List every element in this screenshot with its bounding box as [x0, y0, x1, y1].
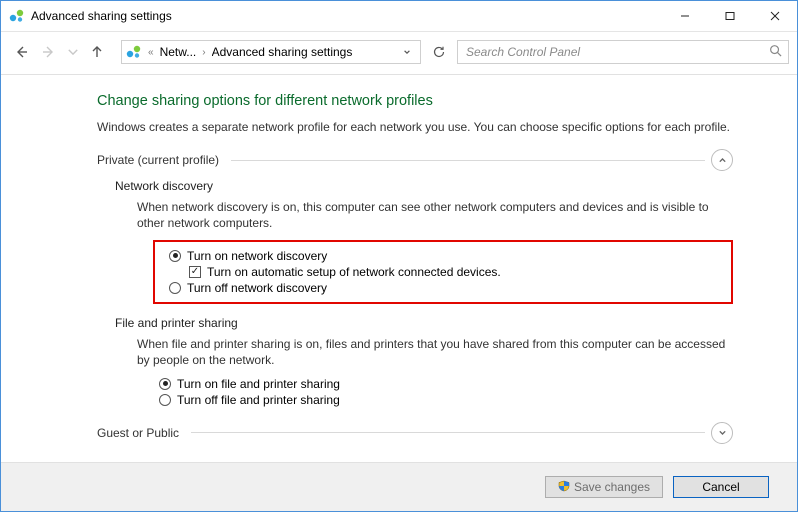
radio-label: Turn off file and printer sharing [177, 393, 340, 407]
breadcrumb[interactable]: « Netw... › Advanced sharing settings [121, 40, 421, 64]
cancel-button[interactable]: Cancel [673, 476, 769, 498]
save-button[interactable]: Save changes [545, 476, 663, 498]
collapse-up-icon[interactable] [711, 149, 733, 171]
network-discovery-desc: When network discovery is on, this compu… [137, 199, 733, 231]
uac-shield-icon [558, 480, 570, 495]
close-button[interactable] [752, 1, 797, 31]
forward-button[interactable] [37, 40, 61, 64]
highlight-annotation: Turn on network discovery Turn on automa… [153, 240, 733, 304]
radio-fps-on[interactable]: Turn on file and printer sharing [159, 376, 733, 392]
page-description: Windows creates a separate network profi… [97, 119, 733, 135]
radio-label: Turn off network discovery [187, 281, 327, 295]
separator-line [231, 160, 705, 161]
radio-nd-on[interactable]: Turn on network discovery [169, 248, 723, 264]
file-printer-desc: When file and printer sharing is on, fil… [137, 336, 733, 368]
radio-icon [159, 378, 171, 390]
nav-arrows [9, 40, 109, 64]
network-discovery-options: Turn on network discovery Turn on automa… [169, 248, 723, 296]
refresh-button[interactable] [427, 40, 451, 64]
recent-locations-dropdown[interactable] [65, 40, 81, 64]
radio-label: Turn on file and printer sharing [177, 377, 340, 391]
minimize-button[interactable] [662, 1, 707, 31]
maximize-button[interactable] [707, 1, 752, 31]
cancel-button-label: Cancel [702, 480, 739, 494]
window-controls [662, 1, 797, 31]
file-printer-section: File and printer sharing When file and p… [117, 316, 733, 408]
file-printer-title: File and printer sharing [115, 316, 733, 330]
breadcrumb-item-2[interactable]: Advanced sharing settings [212, 45, 353, 59]
radio-icon [169, 250, 181, 262]
network-discovery-title: Network discovery [115, 179, 733, 193]
expand-down-icon[interactable] [711, 422, 733, 444]
back-button[interactable] [9, 40, 33, 64]
checkbox-icon [189, 266, 201, 278]
window-title: Advanced sharing settings [31, 9, 172, 23]
checkbox-auto-setup[interactable]: Turn on automatic setup of network conne… [189, 264, 723, 280]
separator-line [191, 432, 705, 433]
profile-private-header[interactable]: Private (current profile) [97, 149, 733, 171]
checkbox-label: Turn on automatic setup of network conne… [207, 265, 501, 279]
radio-icon [169, 282, 181, 294]
save-button-label: Save changes [574, 480, 650, 494]
network-discovery-section: Network discovery When network discovery… [117, 179, 733, 303]
up-button[interactable] [85, 40, 109, 64]
radio-nd-off[interactable]: Turn off network discovery [169, 280, 723, 296]
page-title: Change sharing options for different net… [97, 93, 733, 109]
footer-buttons: Save changes Cancel [1, 462, 797, 511]
radio-fps-off[interactable]: Turn off file and printer sharing [159, 392, 733, 408]
radio-icon [159, 394, 171, 406]
search-input[interactable] [464, 44, 763, 60]
search-icon [769, 44, 782, 60]
profile-guest-label: Guest or Public [97, 426, 179, 440]
profile-guest-header[interactable]: Guest or Public [97, 422, 733, 444]
profile-private-label: Private (current profile) [97, 153, 219, 167]
breadcrumb-item-1[interactable]: Netw... [160, 45, 197, 59]
titlebar: Advanced sharing settings [1, 1, 797, 32]
radio-label: Turn on network discovery [187, 249, 327, 263]
networking-icon [126, 44, 142, 60]
networking-icon [9, 8, 25, 24]
content-pane: Change sharing options for different net… [1, 75, 797, 462]
navigation-bar: « Netw... › Advanced sharing settings [1, 32, 797, 75]
file-printer-options: Turn on file and printer sharing Turn of… [159, 376, 733, 408]
search-box[interactable] [457, 40, 789, 64]
breadcrumb-dropdown[interactable] [397, 41, 416, 63]
breadcrumb-sep-left: « [144, 47, 158, 58]
window-root: Advanced sharing settings [0, 0, 798, 512]
breadcrumb-sep-chevron-1[interactable]: › [198, 47, 209, 58]
